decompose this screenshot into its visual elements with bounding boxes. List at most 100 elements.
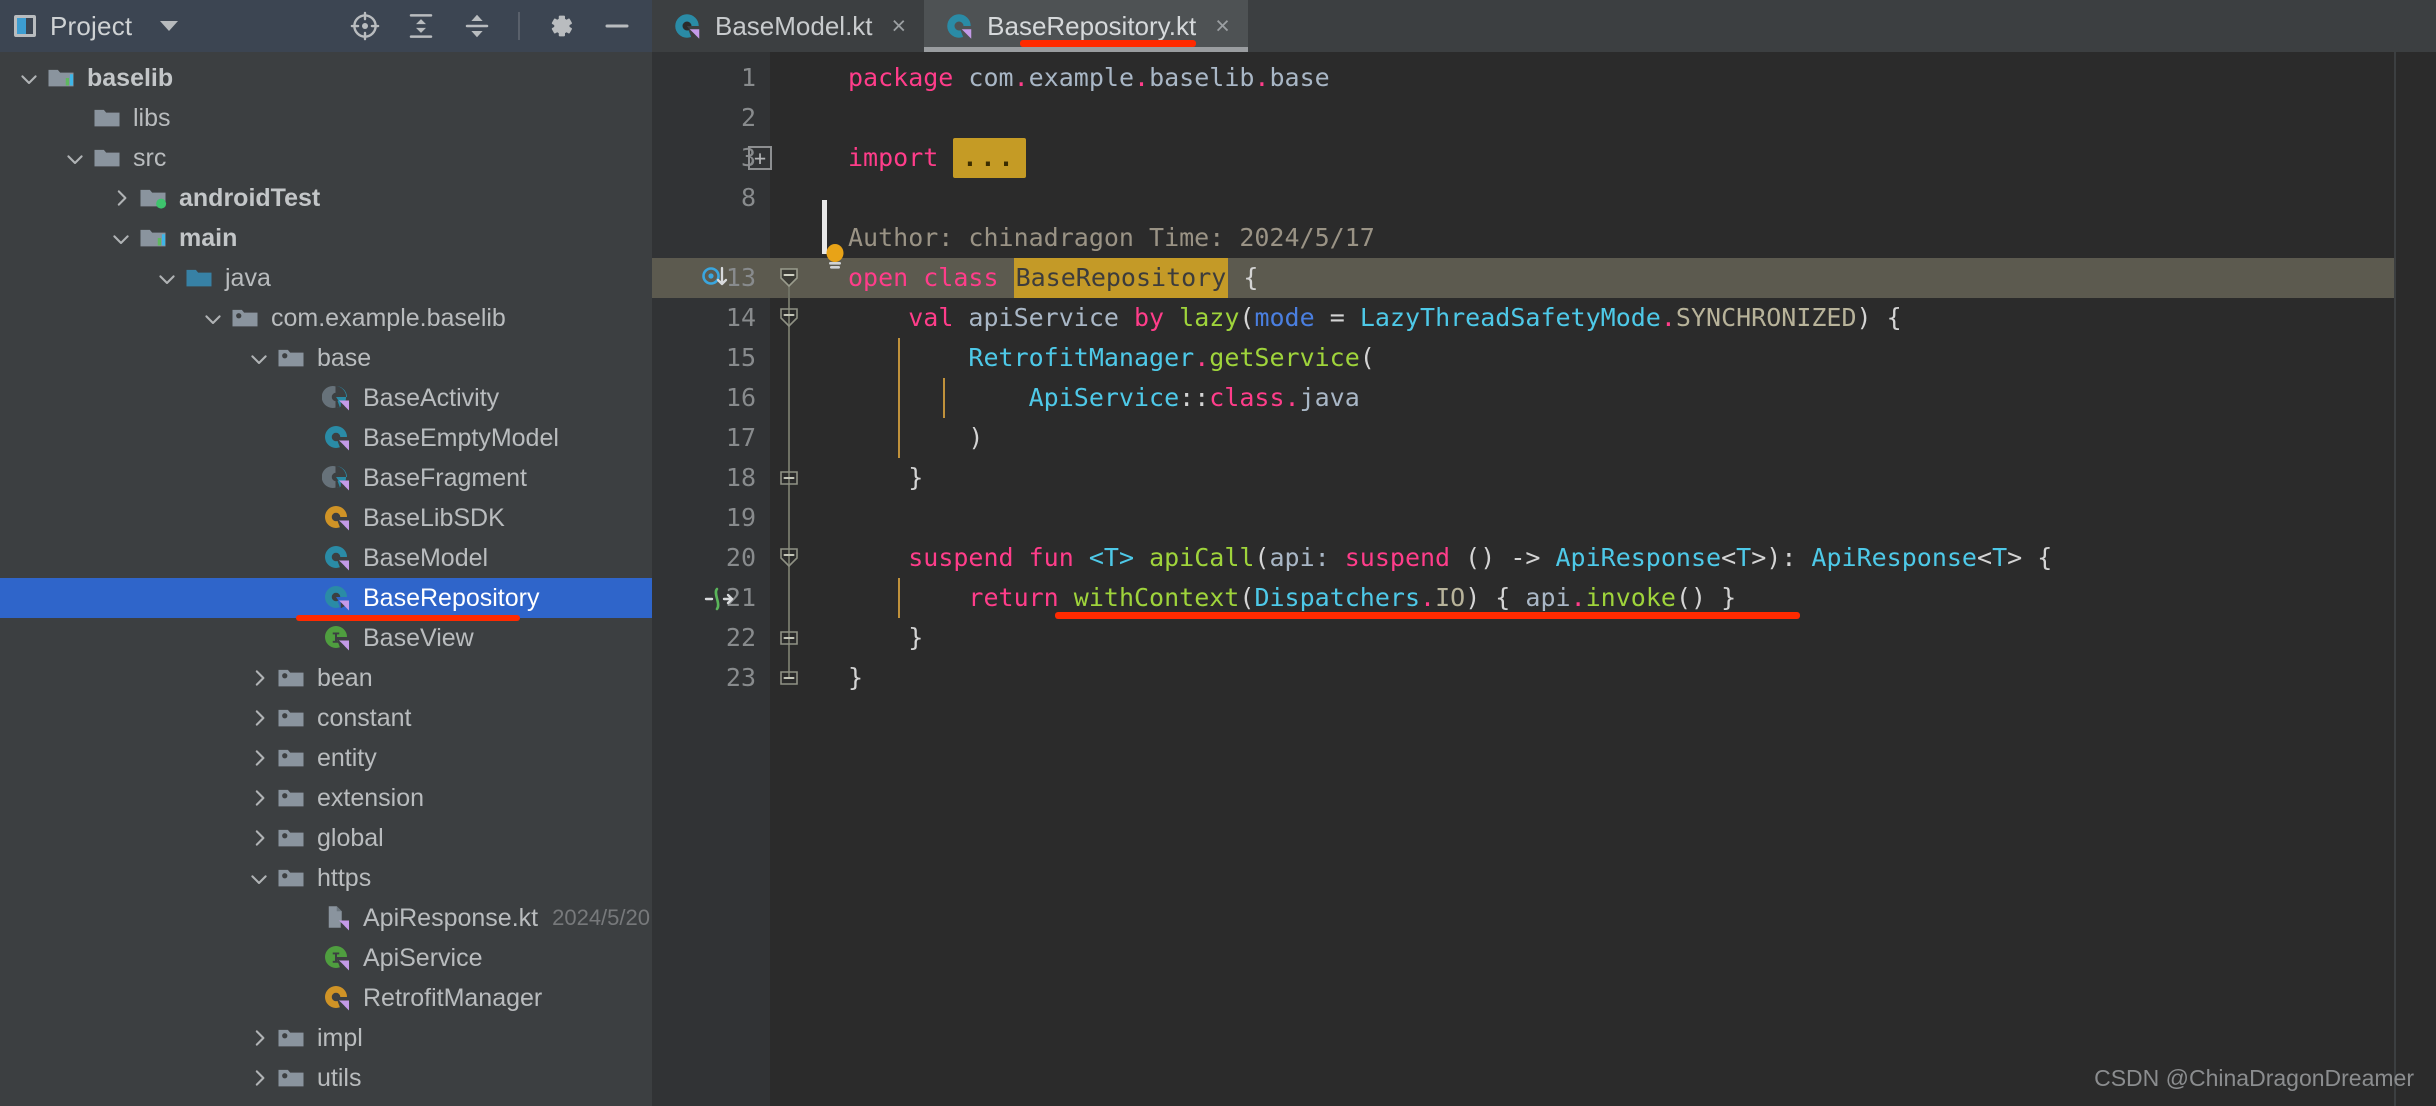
code-fold-handle-icon[interactable] (778, 547, 800, 569)
line-number: 18 (725, 463, 756, 492)
tree-row[interactable]: constant (0, 698, 652, 738)
code-token: return (968, 583, 1059, 612)
tree-row[interactable]: global (0, 818, 652, 858)
expand-import-fold-icon[interactable]: + (748, 146, 772, 170)
code-line[interactable]: open class BaseRepository { (848, 258, 2394, 298)
chevron-right-icon[interactable] (246, 825, 272, 851)
chevron-down-icon[interactable] (200, 305, 226, 331)
code-line[interactable]: ) (848, 418, 2394, 458)
tree-row[interactable]: RetrofitManager (0, 978, 652, 1018)
chevron-down-icon[interactable] (62, 145, 88, 171)
intention-bulb-icon[interactable] (822, 242, 848, 272)
tree-row[interactable]: java (0, 258, 652, 298)
chevron-down-icon[interactable] (246, 865, 272, 891)
chevron-down-icon[interactable] (16, 65, 42, 91)
code-line[interactable]: } (848, 618, 2394, 658)
code-token: baselib (1149, 63, 1255, 92)
code-line[interactable]: RetrofitManager. getService( (848, 338, 2394, 378)
tree-row-selected[interactable]: BaseRepository (0, 578, 652, 621)
code-token: -> (1510, 543, 1541, 572)
code-line[interactable]: val apiService by lazy(mode = LazyThread… (848, 298, 2394, 338)
tree-row[interactable]: baselib (0, 58, 652, 98)
tree-row-label: BaseRepository (363, 583, 540, 612)
code-token: . (1660, 303, 1676, 332)
tree-row[interactable]: main (0, 218, 652, 258)
chevron-right-icon[interactable] (246, 785, 272, 811)
editor-tab-basemodel[interactable]: BaseModel.kt × (652, 0, 925, 52)
line-number: 8 (740, 183, 756, 212)
suspend-call-marker-icon[interactable] (704, 586, 738, 612)
tree-row[interactable]: impl (0, 1018, 652, 1058)
tree-row[interactable]: utils (0, 1058, 652, 1098)
settings-gear-icon[interactable] (546, 11, 576, 41)
code-token: T (1736, 543, 1752, 572)
code-token: SYNCHRONIZED (1675, 303, 1857, 332)
tree-row[interactable]: BaseModel (0, 538, 652, 578)
code-fold-handle-icon[interactable] (778, 667, 800, 689)
tree-row[interactable]: bean (0, 658, 652, 698)
project-title-group[interactable]: Project (14, 11, 179, 42)
tree-row[interactable]: extension (0, 778, 652, 818)
chevron-right-icon[interactable] (246, 1025, 272, 1051)
tree-row[interactable]: BaseEmptyModel (0, 418, 652, 458)
tree-row[interactable]: BaseView (0, 618, 652, 658)
code-line[interactable]: import ... (848, 138, 2394, 178)
code-line[interactable] (848, 178, 2394, 218)
code-line[interactable]: suspend fun <T> apiCall(api: suspend () … (848, 538, 2394, 578)
tree-row[interactable]: com.example.baselib (0, 298, 652, 338)
chevron-down-icon[interactable] (108, 225, 134, 251)
tab-strip-filler (1247, 0, 2436, 52)
code-editor[interactable]: 1 2 3 8 13 14 15 16 17 18 19 20 21 22 23 + Author: chin… (652, 52, 2436, 1106)
code-token: } (848, 623, 924, 652)
editor-tab-baserepository[interactable]: BaseRepository.kt × (924, 0, 1248, 52)
chevron-down-icon[interactable] (154, 265, 180, 291)
close-icon[interactable]: × (1215, 13, 1230, 39)
code-line[interactable]: } (848, 458, 2394, 498)
code-token: . (1194, 343, 1210, 372)
tree-row[interactable]: BaseActivity (0, 378, 652, 418)
kotlin-class-icon (322, 423, 363, 453)
project-tree[interactable]: baselib libs src androidTest main java com.… (0, 52, 652, 1106)
tree-row[interactable]: ApiService (0, 938, 652, 978)
chevron-right-icon[interactable] (246, 665, 272, 691)
code-fold-handle-icon[interactable] (778, 267, 800, 289)
minimize-icon[interactable] (602, 11, 632, 41)
tree-row[interactable]: ApiResponse.kt 2024/5/20, 22: (0, 898, 652, 938)
chevron-right-icon[interactable] (108, 185, 134, 211)
kotlin-file-icon (322, 903, 363, 933)
tree-row[interactable]: libs (0, 98, 652, 138)
code-line[interactable] (848, 498, 2394, 538)
chevron-right-icon[interactable] (246, 1065, 272, 1091)
code-fold-handle-icon[interactable] (778, 627, 800, 649)
code-line[interactable]: } (848, 658, 2394, 698)
code-token: T (1992, 543, 2008, 572)
editor-gutter[interactable]: 1 2 3 8 13 14 15 16 17 18 19 20 21 22 23 + (652, 52, 772, 1106)
code-area[interactable]: Author: chinadragon Time: 2024/5/17 pack… (770, 52, 2394, 1106)
tree-row[interactable]: androidTest (0, 178, 652, 218)
collapse-all-icon[interactable] (462, 11, 492, 41)
close-icon[interactable]: × (892, 13, 907, 39)
tree-row[interactable]: src (0, 138, 652, 178)
tree-row[interactable]: BaseLibSDK (0, 498, 652, 538)
chevron-right-icon[interactable] (246, 745, 272, 771)
code-line[interactable] (848, 98, 2394, 138)
tree-row-label: impl (317, 1023, 363, 1052)
tree-row-label: BaseView (363, 623, 474, 652)
locate-target-icon[interactable] (350, 11, 380, 41)
code-line[interactable]: package com. example. baselib. base (848, 58, 2394, 98)
code-line[interactable]: ApiService:: class. java (848, 378, 2394, 418)
tree-row[interactable]: entity (0, 738, 652, 778)
implemented-member-marker-icon[interactable] (702, 265, 734, 291)
tree-row[interactable]: base (0, 338, 652, 378)
tree-row-label: com.example.baselib (271, 303, 506, 332)
code-fold-handle-icon[interactable] (778, 307, 800, 329)
code-fold-handle-icon[interactable] (778, 467, 800, 489)
chevron-down-icon[interactable] (160, 21, 179, 31)
chevron-right-icon[interactable] (246, 705, 272, 731)
chevron-down-icon[interactable] (246, 345, 272, 371)
tree-row[interactable]: BaseFragment (0, 458, 652, 498)
tree-row[interactable]: https (0, 858, 652, 898)
expand-all-icon[interactable] (406, 11, 436, 41)
